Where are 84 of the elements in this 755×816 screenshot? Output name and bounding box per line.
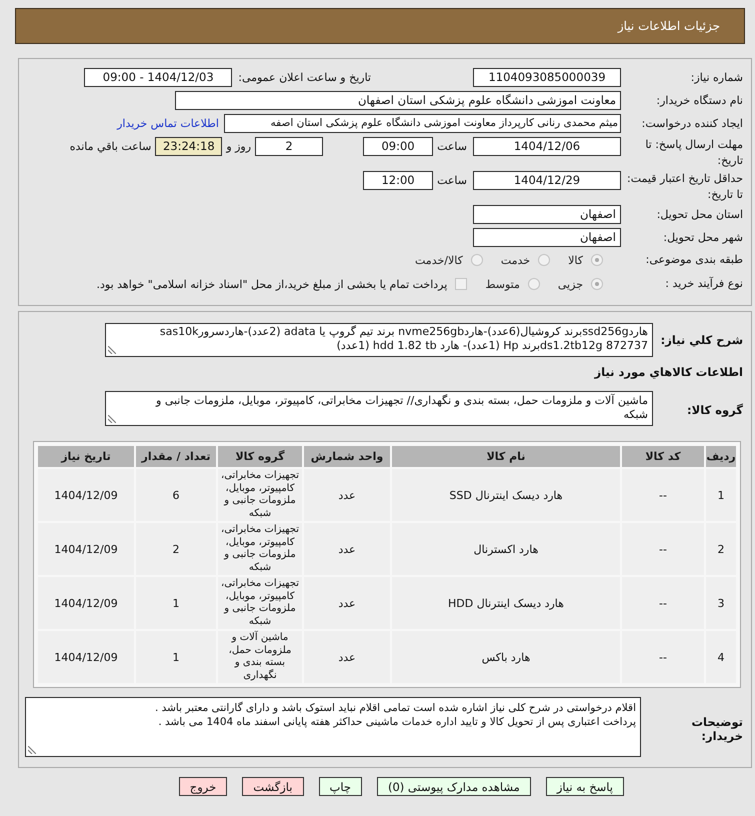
price-validity-time-field[interactable]: 12:00 <box>363 171 434 190</box>
days-label: روز و <box>226 139 252 155</box>
table-cell: تجهیزات مخابراتی، کامپیوتر، موبایل، ملزومات جانبی و شبکه <box>218 523 302 575</box>
column-header: گروه کالا <box>218 446 302 467</box>
need-number-field[interactable]: 1104093085000039 <box>473 68 621 87</box>
table-cell: 2 <box>706 523 736 575</box>
field-label: توضیحات خریدار: <box>690 714 744 743</box>
table-cell: 4 <box>706 631 736 683</box>
table-cell: 1404/12/09 <box>38 469 134 521</box>
table-cell: هارد دیسک اینترنال HDD <box>392 577 620 629</box>
field-label: شماره نیاز: <box>690 70 744 86</box>
table-cell: 1404/12/09 <box>38 577 134 629</box>
field-label: استان محل تحویل: <box>656 206 744 222</box>
table-cell: 6 <box>136 469 216 521</box>
column-header: تاریخ نیاز <box>38 446 134 467</box>
delivery-city-field[interactable]: اصفهان <box>473 228 621 247</box>
field-label: ایجاد کننده درخواست: <box>640 116 744 132</box>
table-cell: 2 <box>136 523 216 575</box>
table-cell: 1 <box>706 469 736 521</box>
table-cell: 1404/12/09 <box>38 631 134 683</box>
field-label: تاریخ و ساعت اعلان عمومی: <box>238 71 371 84</box>
table-cell: هارد اکسترنال <box>392 523 620 575</box>
field-label: حداقل تاریخ اعتبار قیمت: تا تاریخ: <box>626 171 744 203</box>
field-label: شرح کلي نياز: <box>660 332 744 347</box>
table-cell: عدد <box>304 577 390 629</box>
action-button[interactable]: چاپ <box>318 777 362 796</box>
column-header: تعداد / مقدار <box>136 446 216 467</box>
column-header: واحد شمارش <box>304 446 390 467</box>
table-cell: هارد باکس <box>392 631 620 683</box>
delivery-province-field[interactable]: اصفهان <box>473 205 621 224</box>
goods-group-field[interactable]: ماشین آلات و ملزومات حمل، بسته بندی و نگهداری// تجهیزات مخابراتی، کامپیوتر، موبایل، ملزومات جانبی و شبکه <box>105 391 653 426</box>
checkbox-label: پرداخت تمام یا بخشی از مبلغ خرید،از محل "اسناد خزانه اسلامی" خواهد بود. <box>96 278 448 290</box>
reply-time-field[interactable]: 09:00 <box>363 137 434 156</box>
table-cell: عدد <box>304 523 390 575</box>
announce-datetime-field[interactable]: 1404/12/03 - 09:00 <box>84 68 232 87</box>
table-cell: -- <box>622 523 704 575</box>
action-button[interactable]: مشاهده مدارک پیوستی (0) <box>376 777 531 796</box>
table-cell: ماشین آلات و ملزومات حمل، بسته بندی و نگهداری <box>218 631 302 683</box>
resize-grip-icon <box>108 415 116 423</box>
radio-label: متوسط <box>485 278 520 290</box>
field-label: مهلت ارسال پاسخ: تا تاریخ: <box>644 137 744 169</box>
reply-date-field[interactable]: 1404/12/06 <box>473 137 621 156</box>
action-button[interactable]: بازگشت <box>242 777 304 796</box>
price-validity-date-field[interactable]: 1404/12/29 <box>473 171 621 190</box>
request-creator-field[interactable]: میثم محمدی رنانی کارپرداز معاونت اموزشی دانشگاه علوم پزشکی استان اصفه <box>224 114 621 133</box>
field-label: نام دستگاه خریدار: <box>655 92 744 108</box>
radio-label: کالا <box>568 254 583 266</box>
action-button[interactable]: پاسخ به نیاز <box>546 777 624 796</box>
remaining-label: ساعت باقي مانده <box>70 139 152 155</box>
radio-label: کالا/خدمت <box>415 254 463 266</box>
time-label: ساعت <box>437 173 467 189</box>
resize-grip-icon <box>108 346 116 354</box>
table-cell: 1404/12/09 <box>38 523 134 575</box>
radio-label: جزیی <box>558 278 583 290</box>
table-cell: -- <box>622 631 704 683</box>
field-label: نوع فرآیند خرید : <box>664 276 744 292</box>
table-cell: تجهیزات مخابراتی، کامپیوتر، موبایل، ملزومات جانبی و شبکه <box>218 577 302 629</box>
table-cell: 3 <box>706 577 736 629</box>
need-description-field[interactable]: هاردssd256gبرند کروشیال(6عدد)-هاردnvme256gb برند تیم گروپ یا adata (2عدد)-هاردسرورsas10k ds1.2tb12g 872737برند Hp (1عدد)- هارد hdd 1.82 tb (1عدد) <box>105 323 653 357</box>
table-cell: عدد <box>304 469 390 521</box>
buyer-organization-field[interactable]: معاونت اموزشی دانشگاه علوم پزشکی استان اصفهان <box>175 91 621 110</box>
field-label: گروه کالا: <box>686 402 744 417</box>
column-header: نام کالا <box>392 446 620 467</box>
table-cell: 1 <box>136 577 216 629</box>
page-title: جزئیات اطلاعات نیاز <box>618 19 720 33</box>
action-button[interactable]: خروج <box>178 777 228 796</box>
field-label: طبقه بندی موضوعی: <box>644 252 744 268</box>
table-cell: 1 <box>136 631 216 683</box>
section-heading: اطلاعات کالاهاي مورد نياز <box>593 365 744 379</box>
table-cell: تجهیزات مخابراتی، کامپیوتر، موبایل، ملزومات جانبی و شبکه <box>218 469 302 521</box>
column-header: ردیف <box>706 446 736 467</box>
buyer-notes-field[interactable]: اقلام درخواستی در شرح کلی نیاز اشاره شده است تمامی اقلام نباید استوک باشد و دارای گارانتی معتبر باشد . پرداخت اعتباری پس از تحویل کالا و تایید اداره خدمات ماشینی حداکثر هفته پایانی اسفند ماه 1404 می باشد . <box>25 697 641 757</box>
field-label: شهر محل تحویل: <box>662 230 744 246</box>
radio-label: خدمت <box>500 254 530 266</box>
table-cell: عدد <box>304 631 390 683</box>
contact-info-link[interactable]: اطلاعات تماس خریدار <box>117 117 219 130</box>
resize-grip-icon <box>28 746 36 754</box>
remaining-time-field[interactable]: 23:24:18 <box>155 137 222 156</box>
days-field[interactable]: 2 <box>255 137 324 156</box>
table-cell: -- <box>622 577 704 629</box>
time-label: ساعت <box>437 139 467 155</box>
column-header: کد کالا <box>622 446 704 467</box>
table-cell: -- <box>622 469 704 521</box>
table-cell: هارد دیسک اینترنال SSD <box>392 469 620 521</box>
